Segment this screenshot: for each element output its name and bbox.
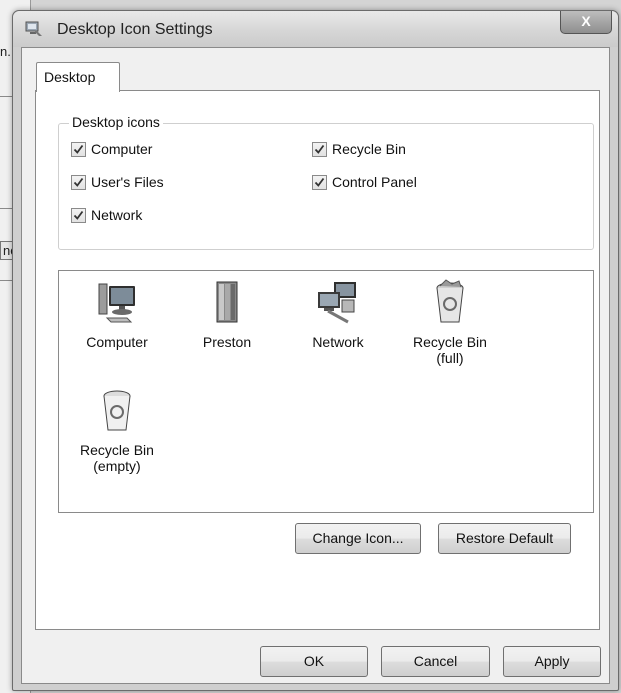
checkbox-label: Recycle Bin [332, 141, 406, 157]
icon-list[interactable]: Computer Preston Network Recycle Bin (fu… [58, 270, 594, 513]
icon-label: Preston [202, 334, 252, 350]
icon-item-computer[interactable]: Computer [66, 278, 168, 350]
checkmark-icon [73, 210, 84, 220]
checkbox[interactable] [71, 174, 86, 190]
icon-item-network[interactable]: Network [287, 278, 389, 350]
title-bar[interactable]: Desktop Icon Settings X [13, 11, 618, 47]
checkbox-computer[interactable]: Computer [71, 141, 152, 157]
icon-item-preston[interactable]: Preston [176, 278, 278, 350]
checkbox-label: Control Panel [332, 174, 417, 190]
apply-button[interactable]: Apply [503, 646, 601, 677]
checkbox-label: Computer [91, 141, 153, 157]
icon-item-recycle-bin-empty[interactable]: Recycle Bin (empty) [66, 386, 168, 474]
checkbox-label: Network [91, 207, 143, 223]
background-text: n. [0, 44, 11, 59]
tab-label: Desktop [44, 69, 96, 85]
icon-label: Computer [86, 334, 148, 350]
icon-label: Recycle Bin (empty) [80, 442, 154, 474]
checkbox-control-panel[interactable]: Control Panel [312, 174, 417, 190]
recycle-bin-full-icon [436, 279, 464, 323]
computer-icon [98, 283, 135, 323]
network-icon [318, 282, 356, 324]
group-label: Desktop icons [69, 114, 163, 130]
checkbox-label: User's Files [91, 174, 164, 190]
checkmark-icon [73, 144, 84, 154]
checkmark-icon [314, 177, 325, 187]
restore-default-button[interactable]: Restore Default [438, 523, 571, 554]
checkbox-users-files[interactable]: User's Files [71, 174, 164, 190]
icon-label: Recycle Bin (full) [413, 334, 487, 366]
user-folder-icon [216, 281, 238, 323]
desktop-icons-group: Desktop icons Computer User's Files Netw… [58, 114, 594, 250]
ok-button[interactable]: OK [260, 646, 368, 677]
checkbox-network[interactable]: Network [71, 207, 142, 223]
checkbox[interactable] [71, 141, 86, 157]
icon-label: Network [312, 334, 364, 350]
close-button[interactable]: X [560, 11, 612, 34]
checkbox[interactable] [71, 207, 86, 223]
dialog-client-area: Desktop Desktop icons Computer User's Fi… [21, 47, 610, 684]
desktop-icon-settings-dialog: Desktop Icon Settings X Desktop Desktop … [12, 10, 619, 691]
dialog-title: Desktop Icon Settings [57, 21, 213, 38]
recycle-bin-empty-icon [103, 390, 131, 431]
app-icon [25, 21, 43, 37]
checkbox[interactable] [312, 141, 327, 157]
tab-desktop[interactable]: Desktop [36, 62, 120, 92]
checkbox-recycle-bin[interactable]: Recycle Bin [312, 141, 406, 157]
cancel-button[interactable]: Cancel [381, 646, 490, 677]
change-icon-button[interactable]: Change Icon... [295, 523, 421, 554]
checkmark-icon [73, 177, 84, 187]
icon-item-recycle-bin-full[interactable]: Recycle Bin (full) [399, 278, 501, 366]
checkmark-icon [314, 144, 325, 154]
checkbox[interactable] [312, 174, 327, 190]
tab-panel: Desktop icons Computer User's Files Netw… [35, 90, 600, 630]
